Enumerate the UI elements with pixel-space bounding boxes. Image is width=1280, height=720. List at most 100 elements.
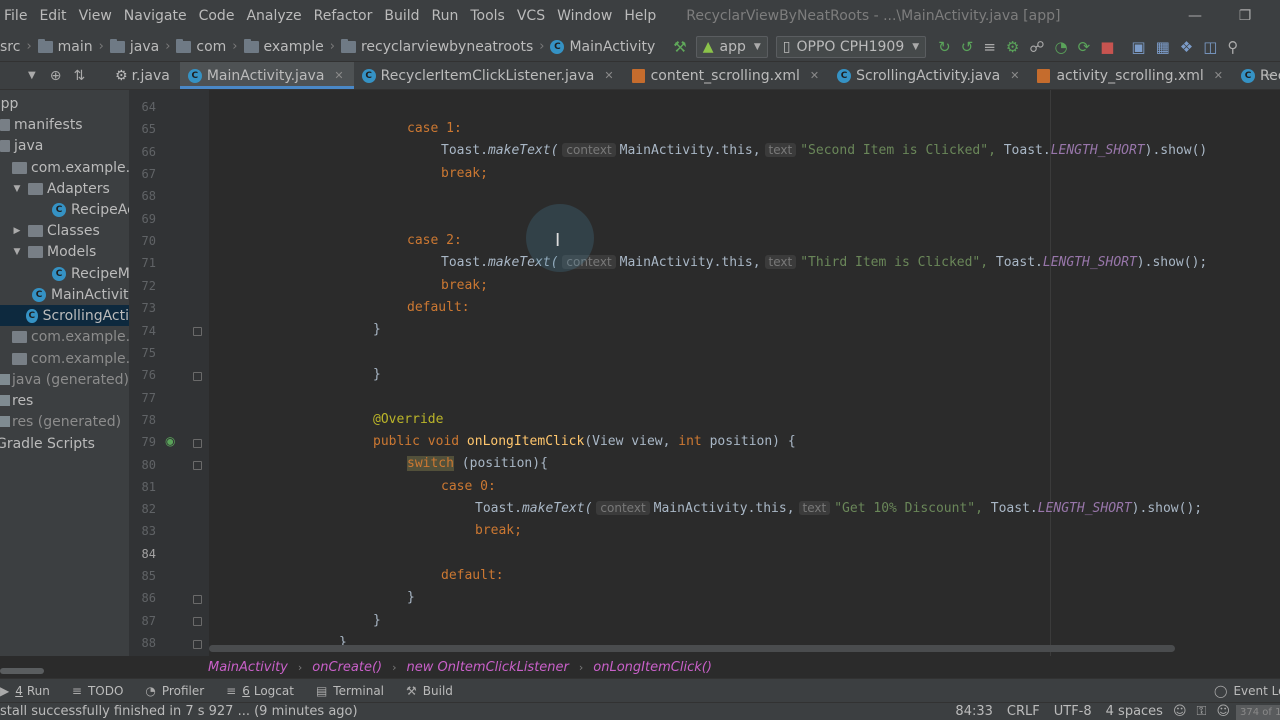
close-icon[interactable]: ✕: [604, 69, 613, 82]
tree-item-res[interactable]: res: [0, 390, 33, 411]
tool-event-log[interactable]: ◯Event Lo: [1214, 684, 1280, 698]
fold-marker-icon[interactable]: [193, 617, 202, 626]
chevron-down-icon[interactable]: ▼: [12, 184, 22, 194]
target-icon[interactable]: ⊕: [50, 68, 62, 84]
layout-inspector-icon[interactable]: ▦: [1156, 38, 1170, 56]
tabs-overflow-icon[interactable]: ─: [1266, 68, 1273, 82]
chevron-down-icon[interactable]: ▼: [12, 247, 22, 257]
menu-refactor[interactable]: Refactor: [308, 0, 379, 32]
tree-item-manifests[interactable]: manifests: [0, 114, 83, 135]
tree-item-models[interactable]: ▼ Models: [12, 241, 97, 262]
memory-indicator[interactable]: 374 of 1: [1236, 705, 1280, 720]
debug-icon[interactable]: ⚙: [1006, 38, 1019, 56]
apply-changes-icon[interactable]: ↻: [938, 38, 951, 56]
override-gutter-icon[interactable]: ◉: [165, 434, 175, 448]
breadcrumb-current-method[interactable]: onLongItemClick(): [593, 660, 712, 675]
lock-icon[interactable]: ⚿: [1197, 704, 1207, 719]
close-icon[interactable]: ✕: [334, 69, 343, 82]
tool-todo[interactable]: ≡ TODO: [72, 684, 124, 698]
device-select[interactable]: ▯ OPPO CPH1909 ▼: [775, 35, 927, 58]
tool-build[interactable]: ⚒ Build: [406, 684, 453, 698]
indent-setting[interactable]: 4 spaces: [1106, 704, 1163, 719]
editor-horizontal-scrollbar[interactable]: [209, 645, 1175, 652]
avd-manager-icon[interactable]: ◫: [1203, 38, 1217, 56]
menu-code[interactable]: Code: [193, 0, 241, 32]
fold-marker-icon[interactable]: [193, 461, 202, 470]
file-encoding[interactable]: UTF-8: [1054, 704, 1092, 719]
tree-item-package[interactable]: com.example.re: [12, 157, 129, 178]
chevron-right-icon[interactable]: ▶: [12, 226, 22, 236]
tool-logcat[interactable]: ≡ 6 Logcat: [226, 684, 294, 698]
crumb-com[interactable]: com: [176, 38, 226, 55]
tab-activity-scrolling[interactable]: activity_scrolling.xml ✕: [1029, 62, 1233, 89]
crumb-src[interactable]: src: [0, 39, 20, 55]
collapse-icon[interactable]: ⇅: [73, 68, 85, 84]
minimize-icon[interactable]: —: [1172, 0, 1218, 32]
coverage-icon[interactable]: ≡: [983, 38, 996, 56]
stop-icon[interactable]: ■: [1100, 38, 1114, 56]
restore-icon[interactable]: ❐: [1222, 0, 1268, 32]
fold-marker-icon[interactable]: [193, 640, 202, 649]
tree-item-scrollingactivity[interactable]: C ScrollingActi: [0, 305, 129, 326]
device-manager-icon[interactable]: ▣: [1131, 38, 1145, 56]
tree-item-gradle-scripts[interactable]: Gradle Scripts: [0, 433, 95, 454]
crumb-example[interactable]: example: [243, 38, 324, 55]
tab-r-java[interactable]: ⚙ r.java: [107, 62, 180, 89]
tree-item-package-androidtest[interactable]: com.example.re: [12, 348, 129, 369]
menu-view[interactable]: View: [73, 0, 118, 32]
tree-item-res-generated[interactable]: res (generated): [0, 411, 121, 432]
fold-marker-icon[interactable]: [193, 595, 202, 604]
caret-position[interactable]: 84:33: [955, 704, 992, 719]
fold-marker-icon[interactable]: [193, 372, 202, 381]
breadcrumb-anonymous-class[interactable]: new OnItemClickListener: [407, 660, 569, 675]
chevron-down-icon[interactable]: ▼: [28, 70, 36, 81]
crumb-package[interactable]: recyclarviewbyneatroots: [340, 38, 533, 55]
menu-run[interactable]: Run: [426, 0, 465, 32]
menu-file[interactable]: File: [0, 0, 33, 32]
fold-marker-icon[interactable]: [193, 327, 202, 336]
tree-item-java[interactable]: java: [0, 135, 43, 156]
menu-tools[interactable]: Tools: [464, 0, 511, 32]
tree-item-recipeadapter[interactable]: CRecipeAd: [52, 199, 129, 220]
tree-item-package-test[interactable]: com.example.re: [12, 326, 129, 347]
menu-help[interactable]: Help: [618, 0, 662, 32]
status-message[interactable]: stall successfully finished in 7 s 927 .…: [0, 704, 358, 719]
menu-navigate[interactable]: Navigate: [118, 0, 193, 32]
close-icon[interactable]: ✕: [1010, 69, 1019, 82]
tab-scrollingactivity[interactable]: C ScrollingActivity.java ✕: [829, 62, 1029, 89]
menu-edit[interactable]: Edit: [33, 0, 72, 32]
apply-code-changes-icon[interactable]: ↺: [961, 38, 974, 56]
tree-item-recipemodel[interactable]: CRecipeMo: [52, 263, 129, 284]
menu-build[interactable]: Build: [378, 0, 425, 32]
sync-icon[interactable]: ⟳: [1078, 38, 1091, 56]
crumb-main[interactable]: main: [37, 38, 93, 55]
tree-item-adapters[interactable]: ▼ Adapters: [12, 178, 110, 199]
tree-item-app[interactable]: app: [0, 93, 18, 114]
tool-run[interactable]: ▶ 4 Run: [0, 684, 50, 698]
code-editor[interactable]: [209, 90, 1280, 656]
crumb-java[interactable]: java: [109, 38, 159, 55]
fold-marker-icon[interactable]: [193, 439, 202, 448]
tab-recycleritemclicklistener[interactable]: C RecyclerItemClickListener.java ✕: [354, 62, 624, 89]
smiley-feedback-icon[interactable]: ☺: [1173, 704, 1187, 719]
tab-mainactivity[interactable]: C MainActivity.java ✕: [179, 62, 354, 89]
close-icon[interactable]: ✕: [1214, 69, 1223, 82]
tree-item-mainactivity[interactable]: C MainActivity: [32, 284, 129, 305]
breadcrumb-class[interactable]: MainActivity: [208, 660, 288, 675]
run-config-select[interactable]: ▲ app ▼: [695, 35, 768, 58]
tree-item-classes[interactable]: ▶ Classes: [12, 220, 100, 241]
menu-window[interactable]: Window: [551, 0, 618, 32]
menu-vcs[interactable]: VCS: [511, 0, 551, 32]
tree-horizontal-scrollbar[interactable]: [0, 668, 44, 674]
inspector-icon[interactable]: ☺: [1216, 704, 1230, 719]
tool-terminal[interactable]: ▤ Terminal: [316, 684, 384, 698]
hammer-build-icon[interactable]: ⚒: [673, 38, 686, 56]
sdk-manager-icon[interactable]: ❖: [1180, 38, 1193, 56]
breadcrumb-method[interactable]: onCreate(): [312, 660, 382, 675]
line-separator[interactable]: CRLF: [1007, 704, 1040, 719]
tab-content-scrolling[interactable]: content_scrolling.xml ✕: [624, 62, 830, 89]
menu-analyze[interactable]: Analyze: [240, 0, 307, 32]
search-icon[interactable]: ⚲: [1227, 38, 1238, 56]
crumb-mainactivity[interactable]: C MainActivity: [550, 39, 655, 55]
tree-item-java-generated[interactable]: java (generated): [0, 369, 129, 390]
